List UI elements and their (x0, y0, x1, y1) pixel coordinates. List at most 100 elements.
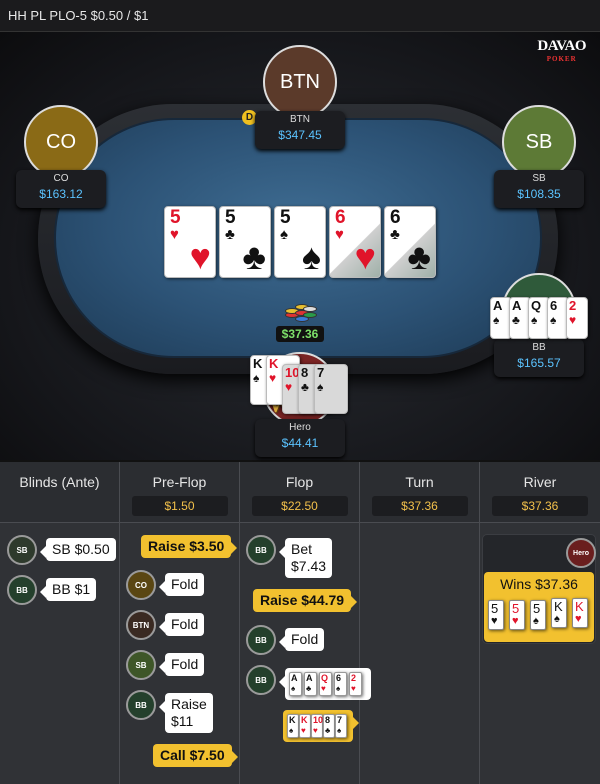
street-header-river[interactable]: River $37.36 (480, 462, 600, 522)
board-card: 6 ♥ ♥ (329, 206, 381, 278)
card-suit-icon: ♥ (321, 684, 326, 693)
street-pot: $37.36 (492, 496, 588, 516)
street-name: Flop (285, 474, 314, 490)
hero-action-bubble: Raise $44.79 (253, 589, 358, 612)
card-suit-icon: ♥ (269, 371, 277, 385)
seat-plate-sb: SB $108.35 (494, 170, 584, 208)
board-card: 5 ♠ ♠ (274, 206, 326, 278)
seat-plate-hero: Hero $44.41 (255, 419, 345, 457)
street-name: Turn (405, 474, 434, 490)
winning-card: 5 ♥ (488, 600, 504, 630)
seat-stack: $347.45 (278, 128, 322, 142)
street-pot: $22.50 (251, 496, 348, 516)
seat-name: BTN (290, 114, 310, 125)
card-rank: K (269, 356, 279, 371)
card-suit-icon: ♠ (336, 684, 341, 693)
card-rank: 5 (170, 207, 181, 228)
card-suit-large-icon: ♥ (189, 236, 211, 277)
card-rank: A (291, 673, 298, 683)
card-rank: K (554, 599, 563, 614)
seat-avatar-btn[interactable]: BTN (263, 45, 337, 119)
position-label: BB (255, 675, 267, 685)
seat-avatar-co[interactable]: CO (24, 105, 98, 179)
position-label: BB (255, 635, 267, 645)
position-chip-bb: BB (246, 535, 276, 565)
column-turn (360, 522, 480, 784)
position-label: CO (135, 580, 147, 590)
seat-stack: $163.12 (39, 187, 83, 201)
position-chip-bb: BB (126, 690, 156, 720)
board-card: 5 ♣ ♣ (219, 206, 271, 278)
position-label: BB (16, 585, 28, 595)
card-rank: K (253, 356, 263, 371)
board-card: 6 ♣ ♣ (384, 206, 436, 278)
position-chip-bb: BB (246, 625, 276, 655)
card-rank: A (493, 298, 503, 313)
card-suit-icon: ♥ (285, 380, 293, 394)
street-name: Pre-Flop (152, 474, 207, 490)
board-card: 5 ♥ ♥ (164, 206, 216, 278)
card-suit-icon: ♣ (225, 226, 235, 243)
card-suit-icon: ♥ (512, 615, 519, 627)
position-chip-co: CO (126, 570, 156, 600)
card-rank: Q (321, 673, 329, 683)
bb-hole-card: 2 ♥ (566, 297, 588, 339)
seat-stack: $108.35 (517, 187, 561, 201)
position-label: SB (135, 660, 147, 670)
avatar-label: CO (46, 130, 76, 153)
card-rank: A (512, 298, 522, 313)
card-rank: 7 (337, 715, 343, 725)
card-suit-icon: ♥ (351, 684, 356, 693)
seat-plate-bb: BB $165.57 (494, 339, 584, 377)
card-suit-icon: ♥ (313, 726, 318, 735)
wins-text: Wins $37.36 (500, 576, 578, 592)
card-rank: Q (531, 298, 542, 313)
action-bubble: Bet $7.43 (278, 538, 333, 578)
mini-card: 6 ♠ (334, 672, 347, 696)
mini-card: 8 ♣ (323, 714, 335, 738)
card-suit-icon: ♣ (301, 380, 309, 394)
card-suit-icon: ♠ (337, 726, 342, 735)
mini-card: K ♠ (287, 714, 299, 738)
position-label: BB (135, 700, 147, 710)
card-rank: 8 (325, 715, 331, 725)
card-suit-large-icon: ♣ (242, 236, 266, 277)
avatar-label: SB (525, 130, 553, 153)
card-suit-icon: ♥ (569, 313, 577, 327)
position-chip-bb: BB (246, 665, 276, 695)
seat-name: SB (532, 173, 546, 184)
seat-plate-co: CO $163.12 (16, 170, 106, 208)
card-suit-icon: ♠ (317, 380, 324, 394)
street-header-preflop[interactable]: Pre-Flop $1.50 (120, 462, 240, 522)
card-suit-icon: ♥ (170, 226, 179, 243)
street-header-flop[interactable]: Flop $22.50 (240, 462, 360, 522)
action-bubble: Fold (158, 653, 205, 676)
action-bubble: Fold (278, 628, 325, 651)
mini-card: 2 ♥ (349, 672, 362, 696)
card-suit-icon: ♠ (289, 726, 294, 735)
card-suit-icon: ♠ (533, 615, 539, 627)
card-suit-icon: ♣ (512, 313, 520, 327)
seat-name: BB (532, 342, 546, 353)
card-suit-large-icon: ♠ (301, 236, 321, 277)
card-suit-large-icon: ♣ (407, 236, 431, 277)
action-bubble: BB $1 (39, 578, 97, 601)
card-suit-icon: ♠ (493, 313, 500, 327)
street-pot: $37.36 (371, 496, 468, 516)
street-header-blinds[interactable]: Blinds (Ante) (0, 462, 120, 522)
street-header-turn[interactable]: Turn $37.36 (360, 462, 480, 522)
logo-text: DAVAO (537, 38, 586, 54)
seat-avatar-sb[interactable]: SB (502, 105, 576, 179)
window-title: HH PL PLO-5 $0.50 / $1 (0, 0, 600, 32)
mini-card: 10 ♥ (311, 714, 323, 738)
action-bubble: Fold (158, 573, 205, 596)
card-suit-icon: ♠ (253, 371, 260, 385)
card-suit-icon: ♠ (554, 613, 560, 625)
card-rank: 7 (317, 365, 325, 380)
card-suit-large-icon: ♥ (354, 236, 376, 277)
hero-action-bubble: Call $7.50 (153, 744, 238, 767)
card-rank: A (306, 673, 313, 683)
position-label: BB (255, 545, 267, 555)
card-suit-icon: ♣ (306, 684, 312, 693)
position-chip-sb: SB (7, 535, 37, 565)
